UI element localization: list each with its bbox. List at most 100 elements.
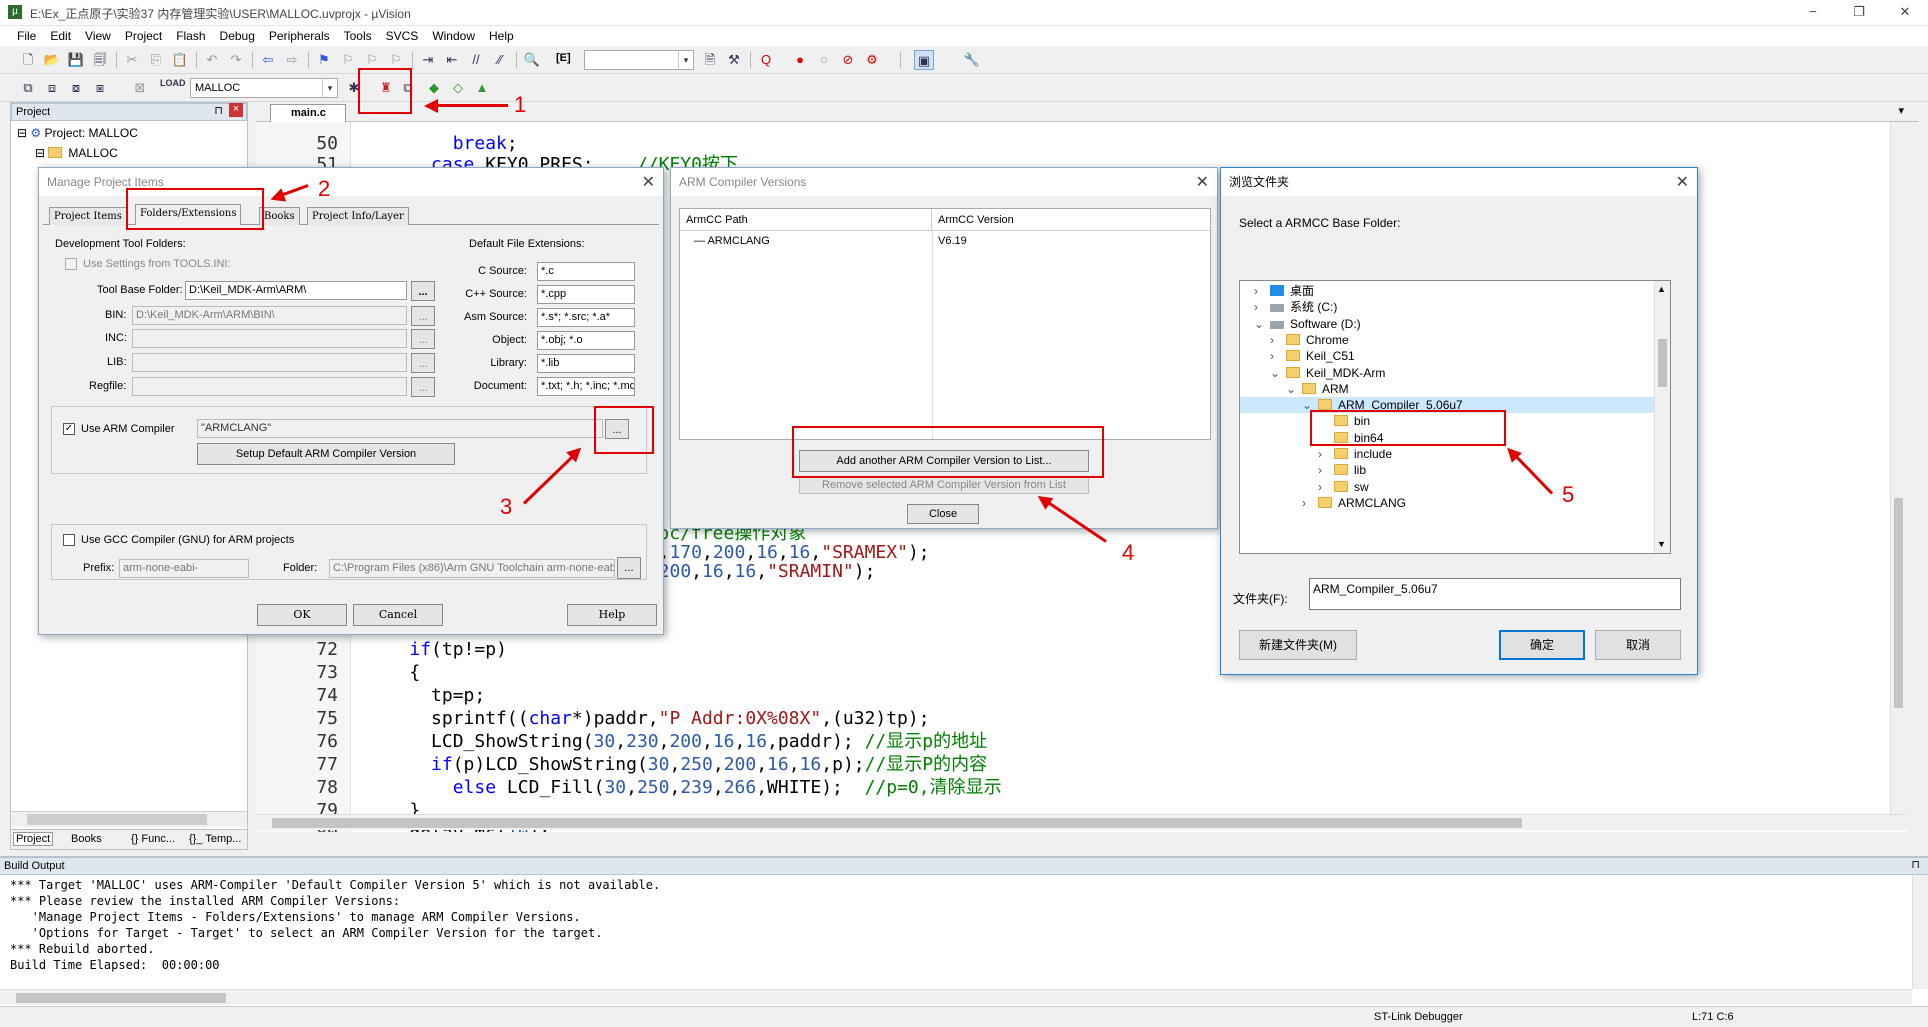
browse-button[interactable]: ... (411, 281, 435, 301)
chevron-right-icon[interactable]: › (1254, 299, 1266, 315)
tab-books[interactable]: Books (259, 207, 300, 225)
configure-icon[interactable]: 🔧 (962, 50, 982, 70)
collapse-icon[interactable]: ⊟ (17, 126, 27, 140)
maximize-button[interactable]: ❐ (1836, 0, 1882, 26)
open-file-icon[interactable]: 📂 (42, 50, 62, 70)
compiler-list[interactable]: ArmCC Path ArmCC Version — ARMCLANG V6.1… (679, 208, 1212, 440)
compiler-row-version[interactable]: V6.19 (938, 235, 967, 247)
vertical-scrollbar[interactable]: ▲ ▼ (1654, 281, 1670, 553)
chevron-right-icon[interactable]: › (1318, 479, 1330, 495)
pin-icon[interactable]: ⊓ (214, 103, 223, 119)
nav-back-icon[interactable]: ⇦ (258, 50, 278, 70)
unindent-icon[interactable]: ⇤ (442, 50, 462, 70)
ok-button[interactable]: OK (257, 604, 347, 626)
tree-target[interactable]: ⊟ MALLOC (35, 145, 118, 161)
chevron-right-icon[interactable]: › (1270, 332, 1282, 348)
gcc-browse-button[interactable]: ... (617, 557, 641, 579)
pack-installer-icon[interactable]: ▲ (472, 78, 492, 98)
use-settings-checkbox[interactable] (65, 258, 77, 270)
manage-rte-icon[interactable]: ◇ (448, 78, 468, 98)
tree-item[interactable]: › 桌面 (1240, 283, 1654, 299)
save-icon[interactable]: 💾 (66, 50, 86, 70)
chevron-right-icon[interactable]: › (1318, 462, 1330, 478)
menu-flash[interactable]: Flash (169, 26, 212, 46)
chevron-down-icon[interactable]: ⌄ (1270, 365, 1282, 381)
next-bookmark-icon[interactable]: ⚐ (362, 50, 382, 70)
code-line[interactable]: 77 if(p)LCD_ShowString(30,250,200,16,16,… (256, 753, 1906, 776)
library-ext-input[interactable]: *.lib (537, 354, 635, 373)
close-icon[interactable]: ✕ (1676, 172, 1689, 192)
horizontal-scrollbar[interactable] (0, 989, 1912, 1005)
vertical-scrollbar[interactable] (1890, 122, 1906, 814)
cut-icon[interactable]: ✂ (122, 50, 142, 70)
close-icon[interactable]: ✕ (642, 172, 655, 192)
redo-icon[interactable]: ↷ (226, 50, 246, 70)
horizontal-scrollbar[interactable] (256, 814, 1906, 830)
undo-icon[interactable]: ↶ (202, 50, 222, 70)
start-debug-icon[interactable]: Q (756, 50, 776, 70)
use-arm-compiler-checkbox[interactable]: ✓ (63, 423, 75, 435)
chevron-right-icon[interactable]: › (1318, 446, 1330, 462)
folder-name-input[interactable]: ARM_Compiler_5.06u7 (1309, 578, 1681, 610)
tab-project-info-layer[interactable]: Project Info/Layer (307, 207, 409, 225)
code-line[interactable]: 76 LCD_ShowString(30,230,200,16,16,paddr… (256, 730, 1906, 753)
document-ext-input[interactable]: *.txt; *.h; *.inc; *.md (537, 377, 635, 396)
breakpoint-icon[interactable]: ● (790, 50, 810, 70)
regfile-input[interactable] (132, 377, 407, 396)
target-select[interactable]: MALLOC ▾ (190, 78, 338, 98)
clear-breakpoints-icon[interactable]: ⚙ (862, 50, 882, 70)
find-combo[interactable]: ▾ (584, 50, 694, 70)
minimize-button[interactable]: − (1790, 0, 1836, 26)
menu-edit[interactable]: Edit (43, 26, 78, 46)
close-button[interactable]: ✕ (1882, 0, 1928, 26)
setup-default-compiler-button[interactable]: Setup Default ARM Compiler Version (197, 443, 455, 465)
tree-item[interactable]: ⌄ Software (D:) (1240, 316, 1654, 332)
arm-compiler-input[interactable]: "ARMCLANG" (197, 419, 603, 438)
code-line[interactable]: 78 else LCD_Fill(30,250,239,266,WHITE); … (256, 776, 1906, 799)
tree-item[interactable]: ⌄ ARM (1240, 381, 1654, 397)
close-icon[interactable]: × (229, 103, 243, 117)
menu-window[interactable]: Window (425, 26, 482, 46)
scroll-up-icon[interactable]: ▲ (1657, 284, 1666, 294)
remove-compiler-button[interactable]: Remove selected ARM Compiler Version fro… (799, 476, 1089, 494)
menu-tools[interactable]: Tools (337, 26, 379, 46)
tab-main-c[interactable]: main.c (270, 104, 346, 122)
tab-menu-icon[interactable]: ▾ (1898, 104, 1904, 117)
c-source-ext-input[interactable]: *.c (537, 262, 635, 281)
cancel-button[interactable]: Cancel (353, 604, 443, 626)
vertical-scrollbar[interactable] (1912, 875, 1928, 989)
batch-build-icon[interactable]: ⧆ (90, 78, 110, 98)
collapse-icon[interactable]: ⊟ (35, 146, 45, 160)
code-line[interactable]: 50 break; (256, 132, 1906, 155)
help-button[interactable]: Help (567, 604, 657, 626)
chevron-right-icon[interactable]: › (1302, 495, 1314, 511)
tree-project-root[interactable]: ⊟ ⚙ Project: MALLOC (17, 125, 138, 141)
kill-breakpoints-icon[interactable]: ⊘ (838, 50, 858, 70)
tree-item[interactable]: › lib (1240, 462, 1654, 478)
tree-item[interactable]: › Chrome (1240, 332, 1654, 348)
asm-source-ext-input[interactable]: *.s*; *.src; *.a* (537, 308, 635, 327)
incremental-find-icon[interactable]: 🗎 (700, 50, 720, 70)
scrollbar-thumb[interactable] (27, 814, 207, 825)
comment-icon[interactable]: // (466, 50, 486, 70)
tab-books[interactable]: Books (71, 833, 102, 845)
cpp-source-ext-input[interactable]: *.cpp (537, 285, 635, 304)
bookmark-icon[interactable]: ⚑ (314, 50, 334, 70)
close-icon[interactable]: ✕ (1196, 172, 1209, 192)
tree-item[interactable]: › Keil_C51 (1240, 348, 1654, 364)
col-version-header[interactable]: ArmCC Version (932, 209, 1212, 231)
chevron-down-icon[interactable]: ⌄ (1254, 316, 1266, 332)
scrollbar-thumb[interactable] (16, 993, 226, 1003)
tab-project[interactable]: Project (13, 832, 54, 846)
uncomment-icon[interactable]: ⁄⁄ (490, 50, 510, 70)
browse-button[interactable]: ... (411, 353, 435, 373)
menu-help[interactable]: Help (482, 26, 521, 46)
cancel-button[interactable]: 取消 (1595, 630, 1681, 660)
menu-peripherals[interactable]: Peripherals (262, 26, 337, 46)
object-ext-input[interactable]: *.obj; *.o (537, 331, 635, 350)
indent-icon[interactable]: ⇥ (418, 50, 438, 70)
nav-forward-icon[interactable]: ⇨ (282, 50, 302, 70)
clear-bookmarks-icon[interactable]: ⚐ (386, 50, 406, 70)
browse-button[interactable]: ... (411, 329, 435, 349)
use-gcc-checkbox[interactable] (63, 534, 75, 546)
